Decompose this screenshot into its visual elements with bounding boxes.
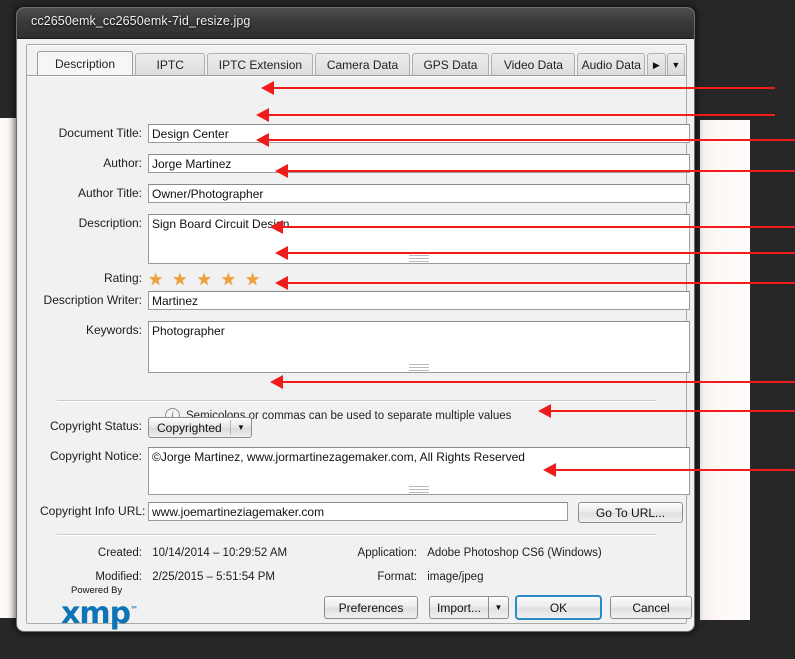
created-value: 10/14/2014 – 10:29:52 AM [152,547,288,559]
chevron-down-icon: ▼ [237,423,245,432]
copyright-info-url-input[interactable]: www.joemartineziagemaker.com [148,502,568,521]
meta-modified: Modified: 2/25/2015 – 5:51:54 PM [87,571,275,583]
description-value: Sign Board Circuit Design [152,217,290,231]
application-label: Application: [357,547,417,559]
background-page-right [700,120,750,620]
description-label: Description: [78,216,142,230]
copyright-notice-textarea[interactable]: ©Jorge Martinez, www.jormartinezagemaker… [148,447,690,495]
field-keywords: Keywords: Photographer [40,321,690,373]
star-icon-3[interactable]: ★ [197,271,212,288]
file-info-dialog: cc2650emk_cc2650emk-7id_resize.jpg Descr… [17,8,694,631]
field-author-title: Author Title: Owner/Photographer [40,184,690,203]
resize-grip-icon[interactable] [409,364,429,371]
star-icon-1[interactable]: ★ [148,271,163,288]
xmp-wordmark: xmp™ [61,596,138,631]
copyright-notice-label: Copyright Notice: [49,449,142,463]
xmp-logo: Powered By xmp™ [61,585,151,631]
import-chevron-down-icon[interactable]: ▼ [488,596,509,619]
import-button[interactable]: Import... [429,596,488,619]
keywords-label: Keywords: [85,323,142,337]
author-label: Author: [103,156,142,170]
tab-camera-data[interactable]: Camera Data [315,53,410,76]
section-divider-bottom [57,534,656,535]
copyright-notice-value: ©Jorge Martinez, www.jormartinezagemaker… [152,450,525,464]
star-icon-2[interactable]: ★ [172,271,187,288]
tab-description[interactable]: Description [37,51,133,76]
field-copyright-info-url: Copyright Info URL: www.joemartineziagem… [40,502,683,523]
description-writer-label: Description Writer: [43,293,142,307]
star-icon-5[interactable]: ★ [245,271,260,288]
description-textarea[interactable]: Sign Board Circuit Design [148,214,690,264]
keywords-textarea[interactable]: Photographer [148,321,690,373]
tab-menu-chevron-down-icon[interactable]: ▼ [666,53,685,76]
dialog-panel: Description IPTC IPTC Extension Camera D… [26,44,690,624]
document-title-label: Document Title: [58,126,142,140]
tab-iptc-extension[interactable]: IPTC Extension [207,53,314,76]
dialog-titlebar[interactable]: cc2650emk_cc2650emk-7id_resize.jpg [17,8,694,39]
tab-audio-data[interactable]: Audio Data [577,53,646,76]
field-description-writer: Description Writer: Martinez [40,291,690,310]
meta-application: Application: Adobe Photoshop CS6 (Window… [345,547,602,559]
format-value: image/jpeg [427,571,484,583]
preferences-button[interactable]: Preferences [324,596,418,619]
meta-created: Created: 10/14/2014 – 10:29:52 AM [87,547,287,559]
copyright-status-value: Copyrighted [157,420,222,435]
star-icon-4[interactable]: ★ [221,271,236,288]
tab-gps-data[interactable]: GPS Data [411,53,490,76]
modified-value: 2/25/2015 – 5:51:54 PM [152,571,275,583]
created-label: Created: [97,547,142,559]
powered-by-label: Powered By [71,585,123,596]
application-value: Adobe Photoshop CS6 (Windows) [427,547,602,559]
rating-stars[interactable]: ★ ★ ★ ★ ★ [148,269,260,288]
field-copyright-notice: Copyright Notice: ©Jorge Martinez, www.j… [40,447,690,495]
trademark-symbol: ™ [130,605,138,614]
author-title-label: Author Title: [77,186,142,200]
copyright-info-url-label: Copyright Info URL: [40,504,146,518]
tab-next-icon[interactable]: ▶ [647,53,666,76]
description-form: Document Title: Design Center Author: Jo… [27,77,690,623]
resize-grip-icon[interactable] [409,486,429,493]
modified-label: Modified: [95,571,142,583]
field-description: Description: Sign Board Circuit Design [40,214,690,264]
copyright-status-label: Copyright Status: [49,419,142,433]
field-copyright-status: Copyright Status: Copyrighted ▼ [40,417,252,438]
keywords-value: Photographer [152,324,225,338]
format-label: Format: [377,571,417,583]
author-title-input[interactable]: Owner/Photographer [148,184,690,203]
go-to-url-button[interactable]: Go To URL... [578,502,683,523]
dialog-title: cc2650emk_cc2650emk-7id_resize.jpg [31,14,251,28]
description-writer-input[interactable]: Martinez [148,291,690,310]
cancel-button[interactable]: Cancel [610,596,692,619]
section-divider-top [57,400,656,401]
copyright-status-select[interactable]: Copyrighted ▼ [148,417,252,438]
resize-grip-icon[interactable] [409,255,429,262]
tab-strip: Description IPTC IPTC Extension Camera D… [27,50,686,76]
meta-format: Format: image/jpeg [345,571,483,583]
tab-iptc[interactable]: IPTC [134,53,206,76]
tab-video-data[interactable]: Video Data [491,53,576,76]
field-rating: Rating: ★ ★ ★ ★ ★ [40,269,260,288]
ok-button[interactable]: OK [515,595,602,620]
rating-label: Rating: [103,271,142,285]
